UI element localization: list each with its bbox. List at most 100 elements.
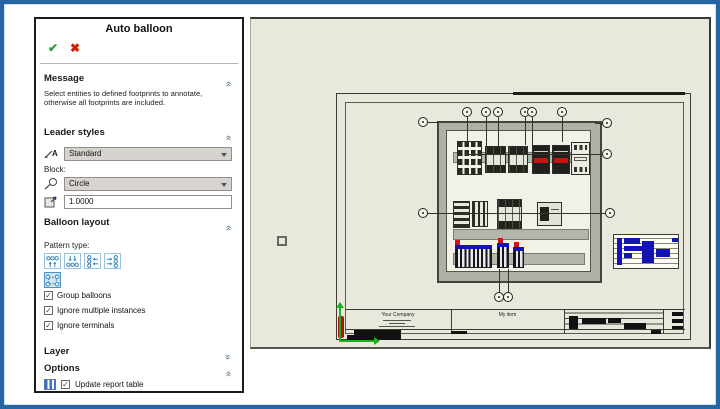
balloon-block-value: Circle — [69, 179, 90, 188]
title-block-fine-text — [389, 323, 405, 324]
title-block-fine-text — [379, 326, 415, 327]
title-block-stamp — [672, 312, 683, 316]
ucs-y-arrowhead — [336, 302, 344, 308]
relay-module — [571, 142, 590, 175]
controller-module — [537, 202, 562, 226]
auto-balloon-dialog: Auto balloon ✔ ✖ Message « Select entiti… — [34, 17, 244, 393]
terminal-strip — [497, 238, 509, 268]
leader-style-select[interactable]: Standard — [64, 147, 232, 161]
leader-line — [562, 117, 563, 142]
ucs-x-arrowhead — [374, 337, 380, 345]
leader-style-value: Standard — [69, 149, 102, 158]
update-report-row: ✓ Update report table — [44, 379, 144, 390]
pickbox-cursor — [277, 236, 287, 246]
leader-line — [428, 213, 606, 214]
chevron-up-icon: « — [223, 371, 234, 377]
balloon-annotation — [602, 149, 612, 159]
ucs-x-axis — [339, 340, 375, 342]
balloon-annotation — [418, 208, 428, 218]
pattern-left-icon — [87, 254, 99, 268]
ignore-multiple-instances-checkbox-row[interactable]: ✓ Ignore multiple instances — [44, 305, 146, 316]
checkbox-checked-icon[interactable]: ✓ — [44, 321, 53, 330]
revision-entry — [569, 316, 578, 330]
leader-line — [486, 117, 487, 146]
leader-styles-section-header: Leader styles — [44, 127, 105, 138]
group-balloons-checkbox-row[interactable]: ✓ Group balloons — [44, 290, 111, 301]
balloon-block-select[interactable]: Circle — [64, 177, 232, 191]
balloon-scale-input[interactable]: 1.0000 — [64, 195, 232, 209]
ignore-terminals-checkbox-row[interactable]: ✓ Ignore terminals — [44, 320, 114, 331]
expand-layer-button[interactable]: « — [222, 346, 234, 364]
leader-style-icon: A — [44, 149, 58, 159]
balloon-annotation — [503, 292, 513, 302]
balloon-annotation — [462, 107, 472, 117]
title-block: Your Company My item — [345, 309, 685, 335]
pattern-above-icon — [46, 255, 59, 267]
title-block-field — [651, 330, 661, 334]
leader-line — [465, 154, 602, 155]
balloon-annotation — [602, 118, 612, 128]
balloon-scale-icon — [44, 196, 57, 208]
pattern-right-button[interactable] — [104, 253, 121, 269]
balloon-annotation — [493, 107, 503, 117]
circuit-breaker — [485, 146, 506, 173]
ucs-y-axis — [339, 307, 341, 342]
leader-line — [467, 117, 468, 142]
balloon-annotation — [418, 117, 428, 127]
checkbox-checked-icon[interactable]: ✓ — [44, 306, 53, 315]
chevron-up-icon: « — [223, 135, 234, 141]
contactor — [552, 145, 570, 174]
company-name: Your Company — [381, 312, 415, 318]
message-section-header: Message — [44, 73, 85, 84]
pattern-around-button[interactable] — [44, 272, 61, 288]
pattern-below-button[interactable] — [64, 253, 81, 269]
app-window: Auto balloon ✔ ✖ Message « Select entiti… — [0, 0, 720, 409]
leader-line — [508, 269, 509, 293]
balloon-annotation — [527, 107, 537, 117]
layer-section-header: Layer — [44, 346, 70, 357]
wire-duct — [453, 229, 589, 240]
contactor — [532, 145, 550, 174]
pattern-type-label: Pattern type: — [44, 241, 90, 250]
terminal-strip — [455, 240, 492, 268]
pattern-around-icon — [45, 274, 60, 286]
distribution-block — [457, 141, 482, 175]
chevron-down-icon — [221, 183, 227, 187]
drawing-canvas[interactable]: Your Company My item — [250, 17, 711, 349]
sheet-border-thick-segment — [513, 92, 685, 95]
bill-of-materials-table — [613, 234, 679, 269]
balloon-annotation — [605, 208, 615, 218]
collapse-options-button[interactable]: « — [222, 363, 234, 381]
title-block-stamp — [672, 319, 683, 323]
checkbox-checked-icon[interactable]: ✓ — [61, 380, 70, 389]
cancel-button[interactable]: ✖ — [70, 41, 80, 55]
pattern-left-button[interactable] — [84, 253, 101, 269]
dialog-title: Auto balloon — [105, 23, 173, 35]
title-block-fine-text — [383, 320, 411, 321]
revision-entry — [582, 318, 606, 324]
chevron-up-icon: « — [223, 225, 234, 231]
contactor — [472, 201, 488, 227]
pattern-below-icon — [66, 255, 79, 267]
svg-text:A: A — [52, 149, 58, 158]
message-body: Select entities to defined footprints to… — [44, 89, 203, 108]
balloon-annotation — [557, 107, 567, 117]
ignore-multiple-instances-label: Ignore multiple instances — [57, 306, 146, 315]
collapse-balloon-layout-button[interactable]: « — [222, 217, 234, 235]
leader-line — [498, 117, 499, 146]
update-report-table-label: Update report table — [75, 380, 144, 389]
terminal-strip — [513, 242, 524, 268]
collapse-leader-styles-button[interactable]: « — [222, 127, 234, 145]
balloon-annotation — [481, 107, 491, 117]
ignore-terminals-label: Ignore terminals — [57, 321, 115, 330]
confirm-button[interactable]: ✔ — [48, 41, 58, 55]
chevron-up-icon: « — [223, 81, 234, 87]
contactor — [453, 201, 470, 228]
auxiliary-block — [497, 199, 522, 229]
pattern-above-button[interactable] — [44, 253, 61, 269]
leader-line — [532, 117, 533, 145]
pattern-right-icon — [106, 254, 118, 268]
block-label: Block: — [44, 165, 66, 174]
separator — [40, 63, 238, 64]
checkbox-checked-icon[interactable]: ✓ — [44, 291, 53, 300]
